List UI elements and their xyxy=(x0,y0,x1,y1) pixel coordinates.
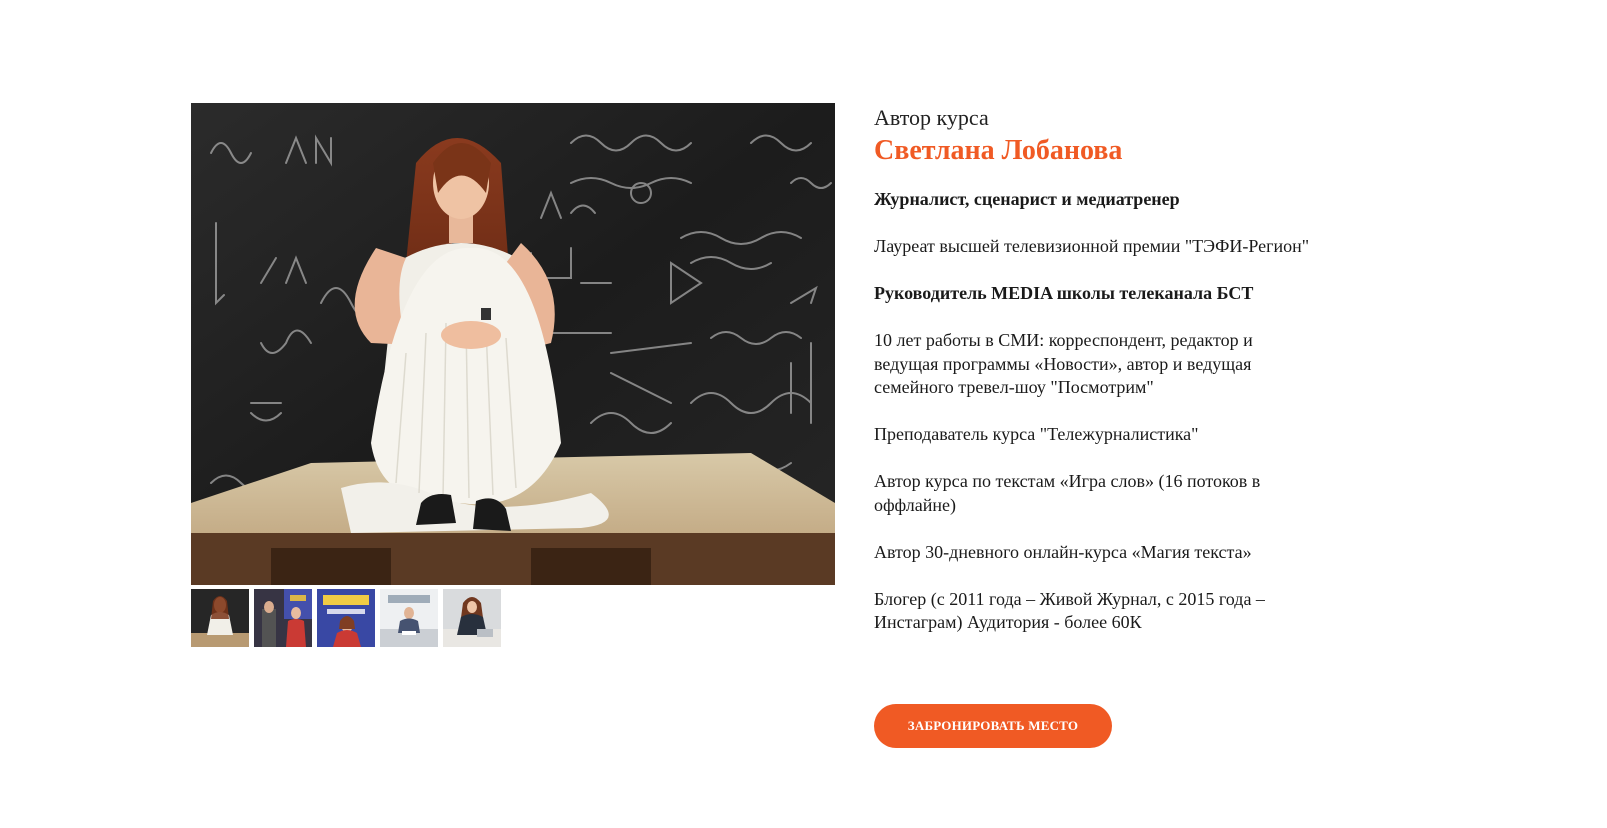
author-label: Автор курса xyxy=(874,105,989,130)
author-bio-item: 10 лет работы в СМИ: корреспондент, реда… xyxy=(874,330,1253,397)
author-info: Автор курса Светлана Лобанова Журналист,… xyxy=(874,104,1314,658)
thumbnail-photo-icon xyxy=(380,589,438,647)
author-bio-list: Журналист, сценарист и медиатренер Лауреа… xyxy=(874,188,1314,635)
author-bio-item: Автор курса по текстам «Игра слов» (16 п… xyxy=(874,471,1261,515)
author-bio-item: Автор 30-дневного онлайн-курса «Магия те… xyxy=(874,541,1252,562)
thumbnail-photo-icon xyxy=(191,589,249,647)
author-bio-item: Лауреат высшей телевизионной премии "ТЭФ… xyxy=(874,236,1310,256)
thumbnail-photo-icon xyxy=(254,589,312,647)
author-bio-item: Преподаватель курса "Тележурналистика" xyxy=(874,424,1199,444)
thumbnail-5[interactable] xyxy=(443,589,501,647)
author-bio-item: Блогер (с 2011 года – Живой Журнал, с 20… xyxy=(874,588,1265,633)
portrait-photo-icon xyxy=(191,103,835,585)
photo-gallery xyxy=(191,103,835,647)
thumbnail-1[interactable] xyxy=(191,589,249,647)
thumbnail-4[interactable] xyxy=(380,589,438,647)
book-seat-button[interactable]: ЗАБРОНИРОВАТЬ МЕСТО xyxy=(874,704,1112,748)
thumbnail-photo-icon xyxy=(317,589,375,647)
author-name: Светлана Лобанова xyxy=(874,135,1123,166)
thumbnail-2[interactable] xyxy=(254,589,312,647)
author-bio-item: Руководитель MEDIA школы телеканала БСТ xyxy=(874,283,1254,303)
thumbnail-3[interactable] xyxy=(317,589,375,647)
thumbnail-photo-icon xyxy=(443,589,501,647)
author-bio-item: Журналист, сценарист и медиатренер xyxy=(874,189,1180,209)
thumbnail-strip xyxy=(191,589,835,647)
author-section: Автор курса Светлана Лобанова Журналист,… xyxy=(0,0,1607,828)
main-photo[interactable] xyxy=(191,103,835,585)
